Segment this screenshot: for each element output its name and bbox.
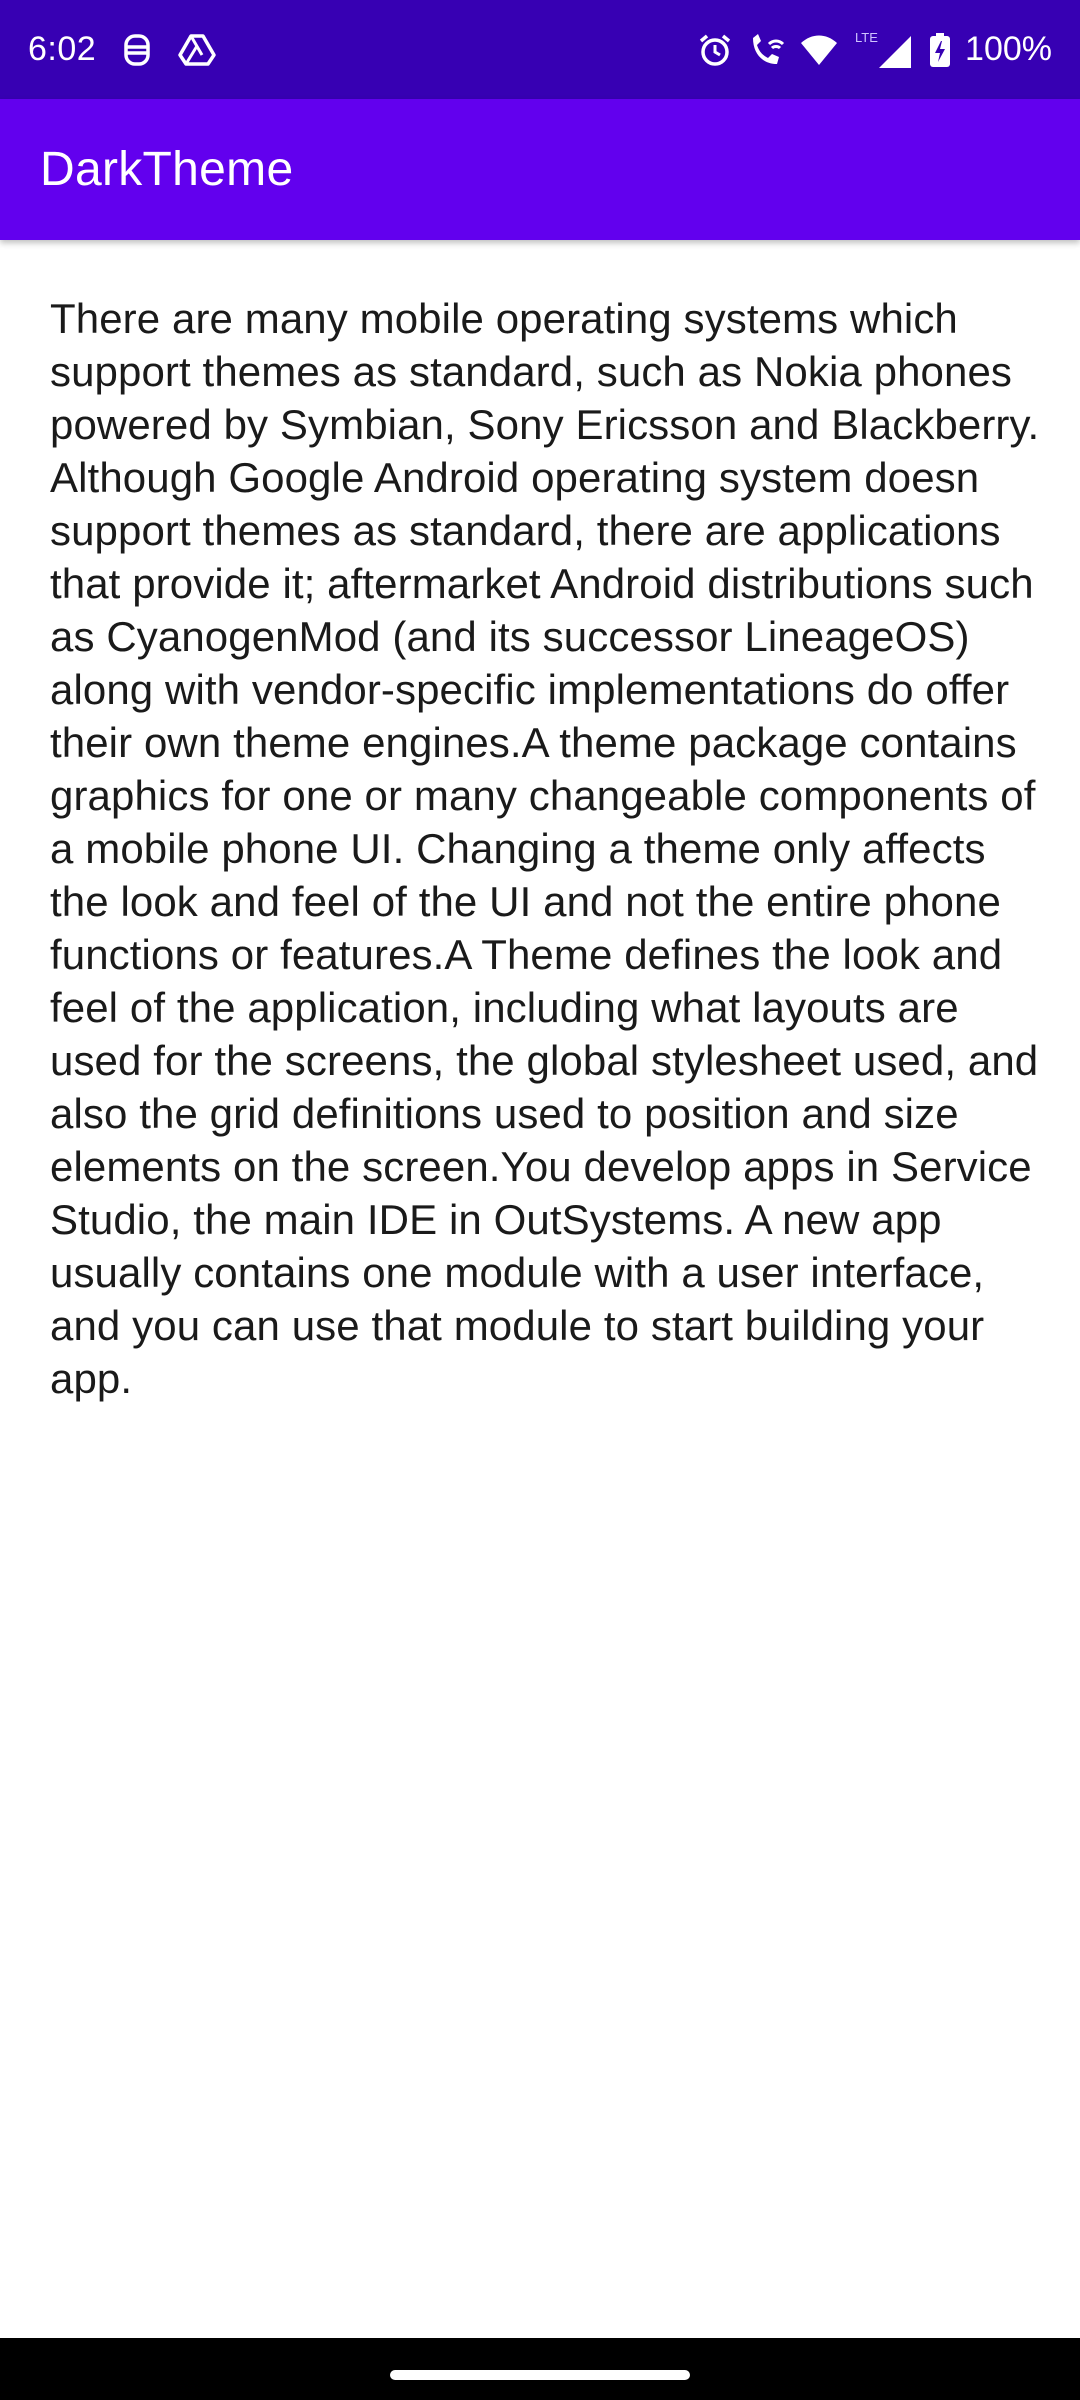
home-gesture-handle[interactable] [390,2370,690,2380]
battery-charging-icon [929,32,951,68]
status-left: 6:02 [28,30,216,69]
alarm-icon [697,32,733,68]
screen: 6:02 LTE 100% DarkTheme There are many m… [0,0,1080,2400]
app-bar: DarkTheme [0,99,1080,240]
wifi-calling-icon [747,32,785,68]
status-time: 6:02 [28,30,97,68]
status-bar: 6:02 LTE 100% [0,0,1080,99]
wifi-icon [799,33,839,67]
battery-percentage: 100% [965,30,1052,68]
navigation-bar [0,2338,1080,2400]
lte-signal-icon: LTE [853,30,915,70]
body-text: There are many mobile operating systems … [50,295,1040,1402]
lte-label: LTE [855,30,878,45]
app-title: DarkTheme [40,143,294,196]
status-right: LTE 100% [697,30,1052,70]
drive-icon [178,33,216,67]
content-area: There are many mobile operating systems … [50,292,1050,1405]
tasker-icon [122,33,152,67]
